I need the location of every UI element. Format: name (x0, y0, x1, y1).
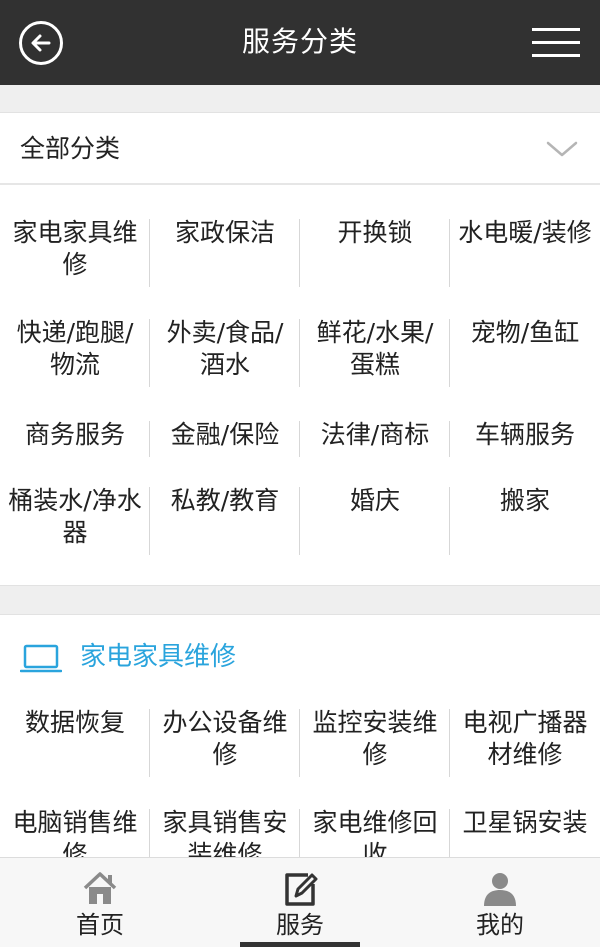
category-item-label: 桶装水/净水 (8, 486, 142, 515)
menu-button[interactable] (532, 24, 580, 60)
category-item-12[interactable]: 桶装水/净水器 (0, 485, 150, 549)
category-item-label: 宠物/鱼缸 (470, 318, 580, 347)
hamburger-icon-line-3 (532, 54, 580, 57)
subcategory-item-label: 修 (362, 740, 388, 769)
subcategory-item-label: 卫星锅安装 (462, 808, 588, 837)
edit-icon (285, 873, 318, 906)
subcategory-item-label: 修 (212, 740, 238, 769)
category-item-8[interactable]: 商务服务 (0, 419, 150, 451)
category-header: 家电家具维修 (0, 615, 600, 701)
category-item-2[interactable]: 开换锁 (300, 217, 450, 249)
category-item-label: 蛋糕 (349, 350, 400, 379)
subcategory-item-label: 数据恢复 (24, 708, 125, 737)
category-item-label: 器 (62, 518, 88, 547)
tab-service-label: 服务 (276, 911, 324, 939)
subcategory-item-3[interactable]: 电视广播器 材维修 (450, 707, 600, 771)
subcategory-item-label: 电脑销售维 (12, 808, 138, 837)
subcategory-item-1[interactable]: 办公设备维修 (150, 707, 300, 771)
category-item-4[interactable]: 快递/跑腿/物流 (0, 317, 150, 381)
category-item-label: 婚庆 (349, 486, 400, 515)
tab-mine[interactable]: 我的 (400, 858, 600, 947)
category-item-10[interactable]: 法律/商标 (300, 419, 450, 451)
subcategory-grid: 数据恢复 办公设备维修监控安装维修电视广播器 材维修 电脑销售维修家具销售安 装维修 家电… (0, 701, 600, 881)
subcategory-item-0[interactable]: 数据恢复 (0, 707, 150, 739)
category-item-1[interactable]: 家政保洁 (150, 217, 300, 249)
category-item-9[interactable]: 金融/保险 (150, 419, 300, 451)
category-item-label: 修 (62, 250, 88, 279)
category-item-label: 车辆服务 (474, 420, 575, 449)
category-item-label: 金融/保险 (170, 420, 280, 449)
category-item-label: 快递/跑腿/ (16, 318, 134, 347)
category-item-13[interactable]: 私教/教育 (150, 485, 300, 517)
category-item-label: 商务服务 (24, 420, 125, 449)
hamburger-icon-line-2 (532, 41, 580, 44)
all-categories-label: 全部分类 (20, 134, 121, 163)
tab-service[interactable]: 服务 (200, 858, 400, 947)
category-item-label: 家电家具维 (12, 218, 138, 247)
chevron-down-icon (546, 141, 578, 157)
subcategory-item-7[interactable]: 卫星锅安装 (450, 807, 600, 839)
category-item-15[interactable]: 搬家 (450, 485, 600, 517)
all-categories-panel: 全部分类 家电家具维修家政保洁 开换锁 水电暖/装修 快递/跑腿/物流 外卖/食品/酒水… (0, 112, 600, 586)
laptop-icon (20, 644, 62, 673)
user-icon (484, 873, 516, 906)
subcategory-item-label: 办公设备维 (162, 708, 288, 737)
category-item-label: 私教/教育 (170, 486, 280, 515)
category-item-label: 外卖/食品/ (166, 318, 284, 347)
category-item-6[interactable]: 鲜花/水果/蛋糕 (300, 317, 450, 381)
category-item-label: 开换锁 (337, 218, 413, 247)
subcategory-item-label: 家电维修回 (312, 808, 438, 837)
category-item-0[interactable]: 家电家具维修 (0, 217, 150, 281)
home-icon (83, 872, 117, 904)
subcategory-item-2[interactable]: 监控安装维修 (300, 707, 450, 771)
category-item-5[interactable]: 外卖/食品/酒水 (150, 317, 300, 381)
subcategory-item-label: 材维修 (487, 740, 563, 769)
subcategory-item-label: 家具销售安 (162, 808, 288, 837)
tab-mine-label: 我的 (476, 911, 524, 939)
category-item-label: 水电暖/装修 (458, 218, 592, 247)
active-tab-indicator (240, 942, 360, 947)
subcategory-item-label: 监控安装维 (312, 708, 438, 737)
all-categories-grid: 家电家具维修家政保洁 开换锁 水电暖/装修 快递/跑腿/物流 外卖/食品/酒水 鲜花/水果… (0, 185, 600, 585)
category-item-7[interactable]: 宠物/鱼缸 (450, 317, 600, 349)
category-item-14[interactable]: 婚庆 (300, 485, 450, 517)
tab-home-label: 首页 (76, 911, 124, 939)
category-title: 家电家具维修 (80, 642, 237, 672)
all-categories-toggle[interactable]: 全部分类 (0, 113, 600, 185)
category-item-label: 酒水 (199, 350, 250, 379)
category-item-label: 物流 (49, 350, 100, 379)
top-bar: 服务分类 (0, 0, 600, 85)
bottom-tab-bar: 首页 服务 我的 (0, 857, 600, 947)
category-item-label: 搬家 (499, 486, 550, 515)
hamburger-icon-line-1 (532, 28, 580, 31)
category-item-label: 法律/商标 (320, 420, 430, 449)
category-panel: 家电家具维修 数据恢复 办公设备维修监控安装维修电视广播器 材维修 电脑销售维修家具销… (0, 614, 600, 877)
subcategory-item-label: 电视广播器 (462, 708, 588, 737)
tab-home[interactable]: 首页 (0, 858, 200, 947)
category-item-label: 鲜花/水果/ (316, 318, 434, 347)
category-item-label: 家政保洁 (174, 218, 275, 247)
page-title: 服务分类 (241, 25, 358, 58)
category-item-3[interactable]: 水电暖/装修 (450, 217, 600, 249)
category-item-11[interactable]: 车辆服务 (450, 419, 600, 451)
